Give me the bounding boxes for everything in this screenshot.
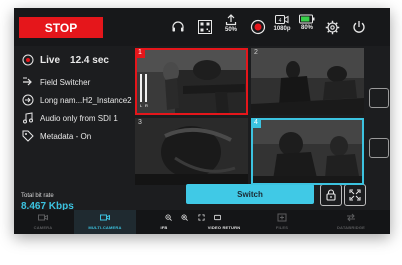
settings-button[interactable] [322,14,342,44]
camera-number-1: 1 [135,48,145,58]
headset-icon [172,21,184,32]
upload-status: 50% [221,14,241,44]
video-return-icon[interactable] [214,214,222,221]
battery-value: 80% [300,25,313,31]
video-camera-icon: 4 [275,15,289,24]
multi-camera-icon [100,214,110,221]
camera-tile-2[interactable]: 2 [251,48,364,115]
audio-row: Audio only from SDI 1 [22,112,118,124]
fullscreen-button[interactable] [344,184,366,206]
tab-files-label: FILES [275,225,289,230]
audio-channel-right: R [145,103,148,108]
svg-text:4: 4 [279,18,282,24]
live-duration: 12.4 sec [70,54,109,66]
upload-icon [225,14,237,26]
camera-icon [38,214,48,221]
files-icon [277,213,287,222]
metadata-label: Metadata - On [40,131,92,141]
tab-databridge-label: DATABRIDGE [336,225,366,230]
switch-button[interactable]: Switch [186,184,314,204]
camera-number-2: 2 [254,49,258,56]
switcher-icon [23,77,32,86]
camera-tile-1[interactable]: L R 1 [135,48,248,115]
camera-tile-4[interactable]: 4 [251,118,364,185]
zoom-in-icon[interactable] [181,214,189,221]
tab-camera[interactable]: CAMERA [14,210,72,234]
audio-level-right [145,74,147,102]
power-icon [353,21,365,33]
lock-button[interactable] [320,184,342,206]
zoom-out-icon[interactable] [165,214,172,221]
gear-icon [325,20,339,35]
destination-icon [22,94,34,106]
live-broadcast-icon [22,54,34,66]
audio-channel-left: L [140,103,143,108]
tab-video-return-label: VIDEO RETURN [207,225,241,230]
qr-code-button[interactable] [195,14,215,44]
audio-level-left [140,74,142,102]
multi-camera-grid: L R 1 2 3 4 [135,48,365,185]
audio-label: Audio only from SDI 1 [40,113,118,123]
record-button[interactable] [248,14,268,44]
fit-screen-icon[interactable] [198,214,205,221]
stop-button[interactable]: STOP [19,17,103,38]
lock-icon [326,189,336,201]
camera-number-3: 3 [138,119,142,126]
databridge-icon [347,213,355,222]
upload-value: 50% [224,27,237,33]
mode-label: Field Switcher [40,77,91,87]
top-bar: STOP 50% 4 1080p 80% [14,8,390,46]
audio-meter: L R [139,70,149,108]
expand-icon [349,189,361,201]
battery-icon [299,14,315,24]
mode-row: Field Switcher [22,76,90,88]
resolution-value: 1080p [273,26,291,32]
record-icon [250,19,266,35]
tab-multi-camera[interactable]: MULTI-CAMERA [74,210,136,234]
resolution-status[interactable]: 4 1080p [271,14,293,44]
camera-feed-2 [251,48,364,115]
destination-row: Long nam...H2_Instance2 [22,94,132,106]
bitrate-label: Total bit rate [21,193,54,199]
headset-button[interactable] [168,14,188,44]
side-control-bottom[interactable] [369,138,389,158]
music-note-icon [23,112,33,124]
device-screen: STOP 50% 4 1080p 80% Live 12.4 sec Field… [14,8,390,234]
tab-databridge[interactable]: DATABRIDGE [316,210,386,234]
live-row: Live 12.4 sec [22,54,109,66]
battery-status: 80% [297,14,317,44]
zoom-controls [160,213,226,222]
status-panel: Live 12.4 sec Field Switcher Long nam...… [14,46,134,218]
tab-files[interactable]: FILES [260,210,304,234]
side-control-top[interactable] [369,88,389,108]
tab-ifb-label: IFB [160,225,168,230]
metadata-row: Metadata - On [22,130,91,142]
program-frame [135,48,248,115]
preview-frame [251,118,364,185]
qr-code-icon [198,20,212,34]
tab-multi-camera-label: MULTI-CAMERA [88,225,122,230]
tag-icon [22,130,34,142]
power-button[interactable] [349,14,369,44]
camera-tile-3[interactable]: 3 [135,118,248,185]
destination-label: Long nam...H2_Instance2 [40,95,132,105]
tab-camera-label: CAMERA [33,225,53,230]
live-status: Live [40,54,61,66]
camera-number-4: 4 [251,118,261,128]
camera-feed-3 [135,118,248,185]
